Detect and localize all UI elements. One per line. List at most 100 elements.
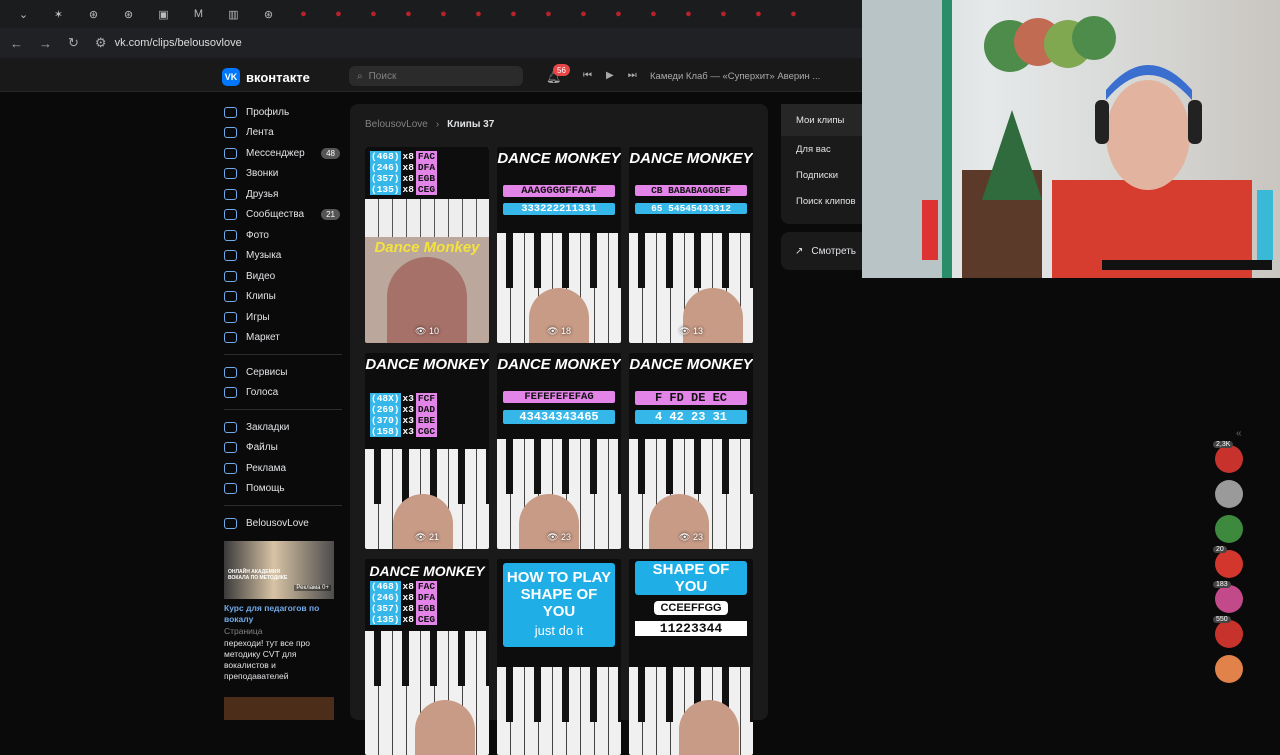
browser-tab[interactable]: ● xyxy=(741,0,776,28)
sidebar-item[interactable]: Лента xyxy=(224,123,342,144)
back-icon[interactable]: ← xyxy=(10,36,23,51)
browser-tab[interactable]: ⌄ xyxy=(6,0,41,28)
sidebar-item-icon xyxy=(224,483,237,495)
clip-card[interactable]: (468) x8 FAC (246) x8 DFA (357) x8 EGB (135) x8… xyxy=(365,147,489,343)
clip-card[interactable]: DANCE MONKEY (468) x8 FAC (246) x8 DFA (357)… xyxy=(365,559,489,755)
sidebar-item[interactable]: Друзья xyxy=(224,184,342,205)
clip-card[interactable]: HOW TO PLAY SHAPE OF YOU just do it xyxy=(497,559,621,755)
vk-logo[interactable]: VK вконтакте xyxy=(222,68,310,86)
eye-icon: 👁︎ xyxy=(415,532,427,542)
browser-tab[interactable]: ⊛ xyxy=(76,0,111,28)
clip-notes: CCEEFFGG xyxy=(654,601,728,615)
browser-tab[interactable]: ● xyxy=(601,0,636,28)
browser-tab[interactable]: ● xyxy=(461,0,496,28)
tab-favicon-icon: ● xyxy=(685,8,692,20)
clip-card[interactable]: SHAPE OF YOU CCEEFFGG 11223344 xyxy=(629,559,753,755)
group-avatar[interactable]: 20 xyxy=(1213,546,1243,578)
clips-nav-item[interactable]: Мои клипы xyxy=(781,104,862,136)
address-bar[interactable]: ← → ↻ ⚙ vk.com/clips/belousovlove xyxy=(0,28,862,58)
browser-tab[interactable]: ● xyxy=(531,0,566,28)
tab-favicon-icon: ⊛ xyxy=(88,8,99,21)
sidebar-item[interactable]: Видео xyxy=(224,266,342,287)
browser-tab[interactable]: ● xyxy=(671,0,706,28)
sidebar-item-icon xyxy=(224,366,237,378)
browser-tab[interactable]: ● xyxy=(496,0,531,28)
group-avatar[interactable] xyxy=(1215,480,1243,508)
sidebar-item[interactable]: Помощь xyxy=(224,479,342,500)
browser-tab[interactable]: ● xyxy=(706,0,741,28)
browser-tab[interactable]: M xyxy=(181,0,216,28)
clip-card[interactable]: DANCE MONKEY AAAGGGGFFAAF 333222211331 👁… xyxy=(497,147,621,343)
sidebar-item[interactable]: Звонки xyxy=(224,164,342,185)
sidebar-item-label: Помощь xyxy=(246,483,285,495)
search-input[interactable]: ⌕ Поиск xyxy=(349,66,523,86)
browser-tab[interactable]: ● xyxy=(776,0,811,28)
reload-icon[interactable]: ↻ xyxy=(68,35,79,51)
sidebar-item-label: Маркет xyxy=(246,332,280,344)
ad-title[interactable]: Курс для педагогов по вокалу xyxy=(224,603,334,625)
sidebar-item[interactable]: Фото xyxy=(224,225,342,246)
sidebar-item[interactable]: Профиль xyxy=(224,102,342,123)
sidebar-item[interactable]: Закладки xyxy=(224,417,342,438)
how-to-banner: HOW TO PLAY SHAPE OF YOU just do it xyxy=(503,563,615,647)
sidebar-item[interactable]: Игры xyxy=(224,307,342,328)
sidebar-item[interactable]: Мессенджер 48 xyxy=(224,143,342,164)
sidebar-ad[interactable]: ОНЛАЙН АКАДЕМИЯ ВОКАЛА ПО МЕТОДИКЕ Рекла… xyxy=(224,541,334,682)
sidebar-item[interactable]: Музыка xyxy=(224,246,342,267)
clips-nav-item[interactable]: Поиск клипов xyxy=(781,188,862,214)
stats-button[interactable]: ↗ Смотреть xyxy=(781,232,862,270)
forward-icon[interactable]: → xyxy=(39,36,52,51)
browser-tab[interactable]: ● xyxy=(356,0,391,28)
tab-favicon-icon: ● xyxy=(510,8,517,20)
sidebar-item[interactable]: Клипы xyxy=(224,287,342,308)
play-icon[interactable]: ▶ xyxy=(606,70,614,81)
browser-tab[interactable]: ● xyxy=(391,0,426,28)
clips-nav-item[interactable]: Подписки xyxy=(781,162,862,188)
ad-type: Страница xyxy=(224,626,263,636)
clip-card[interactable]: DANCE MONKEY CB BABABAGGGEF 65 545454333… xyxy=(629,147,753,343)
browser-tab[interactable]: ● xyxy=(426,0,461,28)
now-playing-title[interactable]: Камеди Клаб — «Суперхит» Аверин ... xyxy=(650,71,820,82)
clip-card[interactable]: DANCE MONKEY FEFEFEFEFAG 43434343465 👁︎ … xyxy=(497,353,621,549)
browser-tab[interactable]: ▣ xyxy=(146,0,181,28)
group-avatar[interactable]: 550 xyxy=(1213,616,1243,648)
sidebar-item[interactable]: Реклама xyxy=(224,458,342,479)
sidebar-item[interactable]: Голоса xyxy=(224,383,342,404)
site-settings-icon[interactable]: ⚙ xyxy=(95,35,107,51)
breadcrumb-owner[interactable]: BelousovLove xyxy=(365,119,428,130)
sidebar-item-icon xyxy=(224,387,237,399)
sidebar-item[interactable]: BelousovLove xyxy=(224,513,342,534)
sidebar-item-label: Видео xyxy=(246,270,276,282)
clip-numbers: 11223344 xyxy=(635,621,747,636)
browser-tab[interactable]: ▥ xyxy=(216,0,251,28)
ad-image[interactable]: ОНЛАЙН АКАДЕМИЯ ВОКАЛА ПО МЕТОДИКЕ Рекла… xyxy=(224,541,334,599)
next-track-icon[interactable]: ⏭ xyxy=(628,70,637,81)
collapse-icon[interactable]: « xyxy=(1236,428,1242,439)
group-avatar[interactable] xyxy=(1215,655,1243,683)
browser-tab[interactable]: ● xyxy=(636,0,671,28)
group-avatar[interactable]: 2,3K xyxy=(1213,441,1243,473)
group-avatar[interactable]: 183 xyxy=(1213,581,1243,613)
sidebar-item[interactable]: Сообщества 21 xyxy=(224,205,342,226)
tab-favicon-icon: M xyxy=(193,8,204,20)
browser-tab[interactable]: ⊛ xyxy=(251,0,286,28)
clip-card[interactable]: DANCE MONKEY F FD DE EC 4 42 23 31 👁︎ 23 xyxy=(629,353,753,549)
clip-card[interactable]: DANCE MONKEY (48X) x3 FCF (269) x3 DAD (370)… xyxy=(365,353,489,549)
clip-title: DANCE MONKEY xyxy=(629,356,753,373)
url-text[interactable]: vk.com/clips/belousovlove xyxy=(115,37,242,49)
sidebar-item[interactable]: Файлы xyxy=(224,438,342,459)
sidebar-item[interactable]: Сервисы xyxy=(224,362,342,383)
group-avatar[interactable] xyxy=(1215,515,1243,543)
left-sidebar: Профиль Лента Мессенджер 48 Звонки Друзья Сооб… xyxy=(224,102,342,534)
browser-tab[interactable]: ● xyxy=(286,0,321,28)
previous-track-icon[interactable]: ⏮ xyxy=(583,70,592,81)
sidebar-item-icon xyxy=(224,168,237,180)
sidebar-ad-second-image[interactable] xyxy=(224,697,334,720)
clips-nav-item[interactable]: Для вас xyxy=(781,136,862,162)
clip-title-block: SHAPE OF YOU CCEEFFGG 11223344 xyxy=(629,561,753,636)
browser-tab[interactable]: ● xyxy=(566,0,601,28)
sidebar-item[interactable]: Маркет xyxy=(224,328,342,349)
browser-tab[interactable]: ✶ xyxy=(41,0,76,28)
browser-tab[interactable]: ⊛ xyxy=(111,0,146,28)
browser-tab[interactable]: ● xyxy=(321,0,356,28)
